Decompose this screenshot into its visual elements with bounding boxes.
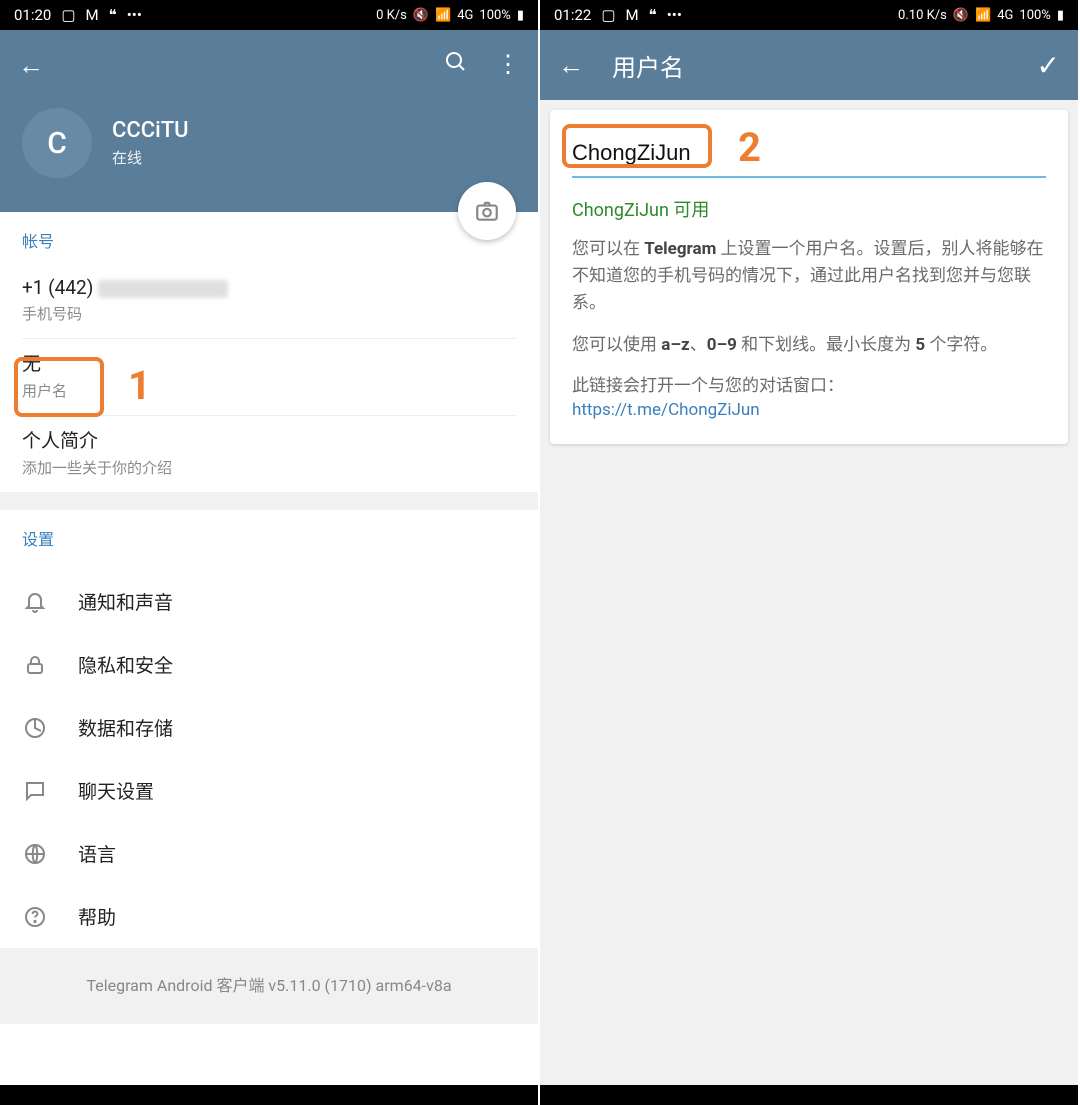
notifications-label: 通知和声音 <box>78 588 173 615</box>
globe-icon <box>22 841 48 867</box>
username-desc-1: 您可以在 Telegram 上设置一个用户名。设置后，别人将能够在不知道您的手机… <box>572 236 1046 318</box>
android-navbar <box>0 1085 538 1105</box>
language-row[interactable]: 语言 <box>0 822 538 885</box>
notifications-row[interactable]: 通知和声音 <box>0 570 538 633</box>
username-available: ChongZiJun 可用 <box>572 196 1046 222</box>
help-icon <box>22 904 48 930</box>
help-label: 帮助 <box>78 903 116 930</box>
battery-icon: ▮ <box>1057 8 1064 23</box>
android-navbar <box>540 1085 1078 1105</box>
section-divider <box>0 492 538 510</box>
chat-icon <box>22 778 48 804</box>
status-time: 01:22 <box>554 6 591 24</box>
net-speed: 0 K/s <box>376 8 407 23</box>
mute-icon: 🔇 <box>413 8 429 23</box>
net-speed: 0.10 K/s <box>898 8 947 23</box>
account-header: 帐号 <box>22 228 516 252</box>
profile-header: C CCCiTU 在线 <box>0 100 538 212</box>
mute-icon: 🔇 <box>953 8 969 23</box>
language-label: 语言 <box>78 840 116 867</box>
chat-row[interactable]: 聊天设置 <box>0 759 538 822</box>
picture-icon: ▢ <box>61 6 75 24</box>
camera-fab[interactable] <box>458 182 516 240</box>
help-row[interactable]: 帮助 <box>0 885 538 948</box>
picture-icon: ▢ <box>601 6 615 24</box>
battery-pct: 100% <box>1019 8 1050 23</box>
phone-value: +1 (442) <box>22 276 516 299</box>
chat-label: 聊天设置 <box>78 777 154 804</box>
signal-label: 4G <box>997 8 1013 23</box>
settings-screen: 01:20 ▢ M ❝ ••• 0 K/s 🔇 📶 4G 100% ▮ ← ⋮ … <box>0 0 540 1105</box>
battery-pct: 100% <box>479 8 510 23</box>
back-icon[interactable]: ← <box>18 50 44 81</box>
phone-label: 手机号码 <box>22 303 516 324</box>
status-time: 01:20 <box>14 6 51 24</box>
bell-icon <box>22 589 48 615</box>
wifi-icon: 📶 <box>975 8 991 23</box>
status-bar: 01:22 ▢ M ❝ ••• 0.10 K/s 🔇 📶 4G 100% ▮ <box>540 0 1078 30</box>
app-bar: ← ⋮ <box>0 30 538 100</box>
bio-label: 添加一些关于你的介绍 <box>22 457 516 478</box>
username-card: ChongZiJun 可用 您可以在 Telegram 上设置一个用户名。设置后… <box>550 110 1068 444</box>
app-bar-title: 用户名 <box>612 48 1037 83</box>
settings-header: 设置 <box>22 526 516 550</box>
username-value: 无 <box>22 349 516 376</box>
data-label: 数据和存储 <box>78 714 173 741</box>
data-icon <box>22 715 48 741</box>
profile-status: 在线 <box>112 147 189 168</box>
username-link[interactable]: https://t.me/ChongZiJun <box>572 400 1046 420</box>
status-bar: 01:20 ▢ M ❝ ••• 0 K/s 🔇 📶 4G 100% ▮ <box>0 0 538 30</box>
more-icon: ••• <box>127 6 142 24</box>
data-row[interactable]: 数据和存储 <box>0 696 538 759</box>
confirm-icon[interactable]: ✓ <box>1037 49 1060 82</box>
bio-value: 个人简介 <box>22 426 516 453</box>
privacy-label: 隐私和安全 <box>78 651 173 678</box>
username-row[interactable]: 无 用户名 <box>22 339 516 416</box>
wifi-icon: 📶 <box>435 8 451 23</box>
username-desc-2: 您可以使用 a–z、0–9 和下划线。最小长度为 5 个字符。 <box>572 332 1046 359</box>
settings-section: 设置 <box>0 510 538 570</box>
profile-name: CCCiTU <box>112 118 189 143</box>
username-label: 用户名 <box>22 380 516 401</box>
username-edit-screen: 01:22 ▢ M ❝ ••• 0.10 K/s 🔇 📶 4G 100% ▮ ←… <box>540 0 1080 1105</box>
more-vert-icon[interactable]: ⋮ <box>496 50 520 80</box>
hangouts-icon: ❝ <box>109 6 117 24</box>
username-input[interactable] <box>572 134 1046 178</box>
version-footer: Telegram Android 客户端 v5.11.0 (1710) arm6… <box>0 948 538 1024</box>
phone-blur <box>98 280 228 298</box>
search-icon[interactable] <box>444 50 468 80</box>
hangouts-icon: ❝ <box>649 6 657 24</box>
app-bar: ← 用户名 ✓ <box>540 30 1078 100</box>
privacy-row[interactable]: 隐私和安全 <box>0 633 538 696</box>
signal-label: 4G <box>457 8 473 23</box>
mail-icon: M <box>86 6 99 24</box>
more-icon: ••• <box>667 6 682 24</box>
username-desc-3: 此链接会打开一个与您的对话窗口： <box>572 373 1046 400</box>
bio-row[interactable]: 个人简介 添加一些关于你的介绍 <box>22 416 516 492</box>
phone-row[interactable]: +1 (442) 手机号码 <box>22 266 516 339</box>
avatar[interactable]: C <box>22 108 92 178</box>
back-icon[interactable]: ← <box>558 50 584 81</box>
battery-icon: ▮ <box>517 8 524 23</box>
lock-icon <box>22 652 48 678</box>
account-section: 帐号 +1 (442) 手机号码 无 用户名 个人简介 添加一些关于你的介绍 <box>0 212 538 492</box>
mail-icon: M <box>626 6 639 24</box>
